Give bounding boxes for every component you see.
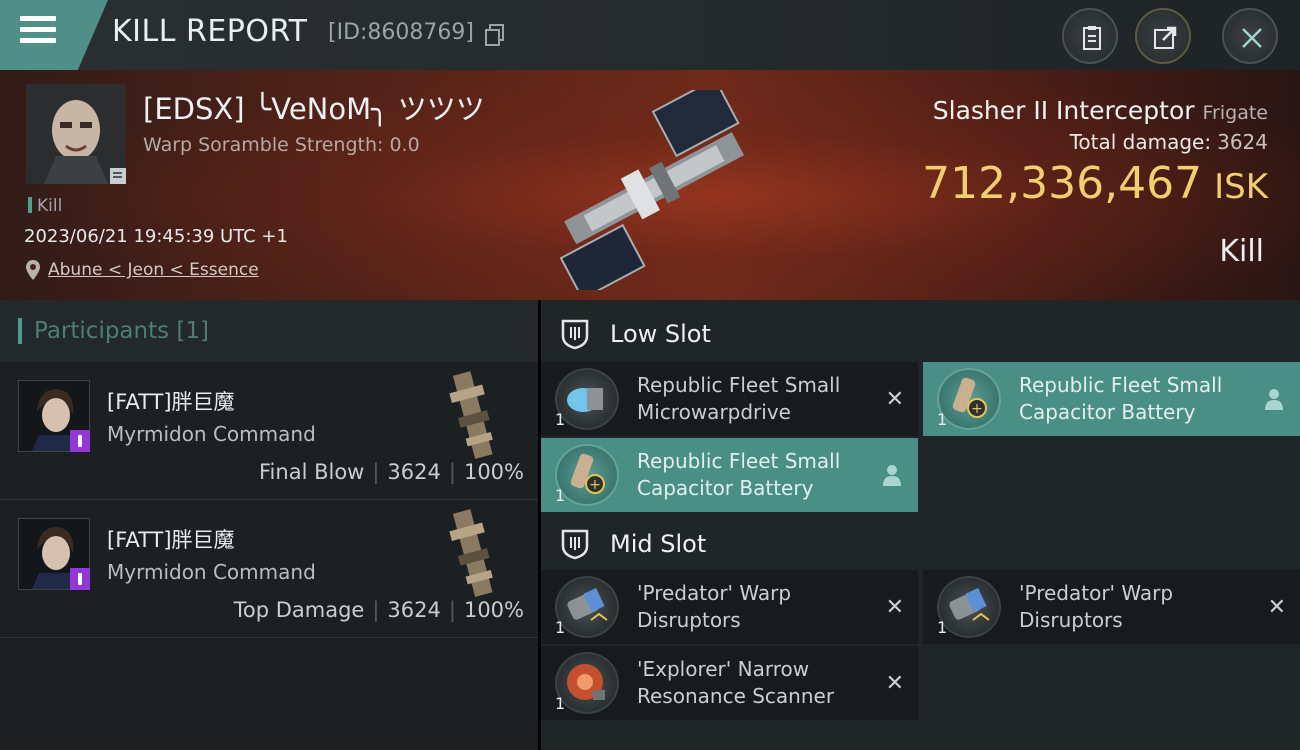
corp-badge-icon bbox=[70, 568, 90, 590]
shield-icon bbox=[561, 319, 589, 350]
menu-badge-icon bbox=[110, 168, 126, 184]
participant-ship-image bbox=[449, 509, 493, 597]
participant-stats: Top Damage | 3624 | 100% bbox=[233, 598, 524, 622]
share-icon bbox=[1154, 26, 1177, 49]
warp-scramble-strength: Warp Soramble Strength: 0.0 bbox=[143, 134, 420, 156]
top-bar: KILL REPORT [ID:8608769] bbox=[0, 0, 1300, 70]
close-x-icon: ✕ bbox=[1267, 595, 1286, 620]
isk-value: 712,336,467 ISK bbox=[922, 158, 1268, 209]
report-button[interactable] bbox=[1062, 8, 1118, 64]
ship-name: Slasher II Interceptor Frigate bbox=[933, 96, 1268, 125]
close-x-icon: ✕ bbox=[885, 595, 904, 620]
total-damage: Total damage: 3624 bbox=[1070, 130, 1268, 154]
victim-ship-image bbox=[559, 90, 745, 290]
menu-button[interactable] bbox=[0, 0, 108, 70]
ship-class: Frigate bbox=[1202, 102, 1268, 124]
module-item[interactable]: 1 Republic Fleet Small Microwarpdrive ✕ bbox=[541, 362, 918, 436]
person-icon bbox=[1265, 389, 1283, 410]
svg-text:+: + bbox=[589, 477, 601, 493]
mid-slot-label: Mid Slot bbox=[610, 530, 707, 558]
module-item[interactable]: 1 'Predator' Warp Disruptors ✕ bbox=[541, 570, 918, 644]
module-name: 'Predator' Warp Disruptors bbox=[1019, 581, 1174, 632]
share-button[interactable] bbox=[1135, 8, 1191, 64]
participant-ship: Myrmidon Command bbox=[107, 422, 316, 446]
module-quantity: 1 bbox=[555, 694, 566, 713]
total-damage-label: Total damage: bbox=[1069, 130, 1212, 154]
participant-row[interactable]: [FATT]胖巨魔 Myrmidon Command Top Damage | 36… bbox=[0, 500, 538, 638]
module-quantity: 1 bbox=[937, 618, 948, 637]
module-quantity: 1 bbox=[555, 410, 566, 429]
participant-row[interactable]: [FATT]胖巨魔 Myrmidon Command Final Blow | 36… bbox=[0, 362, 538, 500]
participant-ship-image bbox=[449, 371, 493, 459]
report-id: [ID:8608769] bbox=[328, 20, 474, 45]
participant-name: [FATT]胖巨魔 bbox=[107, 390, 235, 414]
close-x-icon: ✕ bbox=[885, 387, 904, 412]
module-name: 'Predator' Warp Disruptors bbox=[637, 581, 792, 632]
participants-header[interactable]: Participants [1] bbox=[0, 300, 538, 362]
module-quantity: 1 bbox=[937, 410, 948, 429]
ship-type: Slasher II Interceptor bbox=[932, 96, 1195, 125]
module-quantity: 1 bbox=[555, 486, 566, 505]
module-item[interactable]: 1 'Predator' Warp Disruptors ✕ bbox=[923, 570, 1300, 644]
participants-panel: Participants [1] [FATT]胖巨魔 Myrmidon Comm… bbox=[0, 300, 538, 750]
participant-percent: 100% bbox=[463, 598, 524, 622]
close-button[interactable] bbox=[1222, 8, 1278, 64]
isk-unit: ISK bbox=[1214, 167, 1268, 207]
participant-name: [FATT]胖巨魔 bbox=[107, 528, 235, 552]
copy-icon[interactable] bbox=[485, 24, 505, 46]
location-link[interactable]: Abune < Jeon < Essence bbox=[48, 260, 259, 280]
participant-percent: 100% bbox=[463, 460, 524, 484]
kill-summary: [EDSX] ╰VeNoM╮ ツツツ Warp Soramble Strengt… bbox=[0, 70, 1300, 300]
mid-slot-header: Mid Slot bbox=[541, 512, 1300, 574]
participant-damage: 3624 bbox=[387, 460, 441, 484]
participant-stats: Final Blow | 3624 | 100% bbox=[259, 460, 524, 484]
participant-role: Final Blow bbox=[259, 460, 365, 484]
module-item[interactable]: 1 'Explorer' Narrow Resonance Scanner ✕ bbox=[541, 646, 918, 720]
module-item[interactable]: + 1 Republic Fleet Small Capacitor Batte… bbox=[541, 438, 918, 512]
module-name: Republic Fleet Small Capacitor Battery bbox=[637, 449, 841, 500]
corp-badge-icon bbox=[70, 430, 90, 452]
hamburger-menu-icon[interactable] bbox=[20, 16, 56, 46]
participant-role: Top Damage bbox=[233, 598, 365, 622]
low-slot-header: Low Slot bbox=[541, 302, 1300, 364]
participant-ship: Myrmidon Command bbox=[107, 560, 316, 584]
module-name: Republic Fleet Small Capacitor Battery bbox=[1019, 373, 1223, 424]
module-quantity: 1 bbox=[555, 618, 566, 637]
participants-label: Participants [1] bbox=[34, 318, 209, 344]
page-title: KILL REPORT bbox=[112, 14, 308, 49]
kill-tag: Kill bbox=[28, 196, 62, 216]
module-item[interactable]: + 1 Republic Fleet Small Capacitor Batte… bbox=[923, 362, 1300, 436]
kill-datetime: 2023/06/21 19:45:39 UTC +1 bbox=[24, 226, 288, 247]
total-damage-value: 3624 bbox=[1217, 130, 1268, 154]
module-name: 'Explorer' Narrow Resonance Scanner bbox=[637, 657, 835, 708]
low-slot-label: Low Slot bbox=[610, 320, 711, 348]
close-icon bbox=[1242, 28, 1262, 48]
result-label: Kill bbox=[1219, 234, 1264, 269]
isk-amount: 712,336,467 bbox=[922, 158, 1203, 209]
pin-icon bbox=[26, 260, 40, 280]
svg-text:+: + bbox=[971, 401, 983, 417]
shield-icon bbox=[561, 529, 589, 560]
victim-name[interactable]: [EDSX] ╰VeNoM╮ ツツツ bbox=[143, 86, 485, 128]
participant-damage: 3624 bbox=[387, 598, 441, 622]
clipboard-icon bbox=[1083, 26, 1101, 50]
person-icon bbox=[883, 465, 901, 486]
close-x-icon: ✕ bbox=[885, 671, 904, 696]
fitting-panel: Low Slot 1 Republic Fleet Small Microwar… bbox=[541, 300, 1300, 750]
module-name: Republic Fleet Small Microwarpdrive bbox=[637, 373, 841, 424]
